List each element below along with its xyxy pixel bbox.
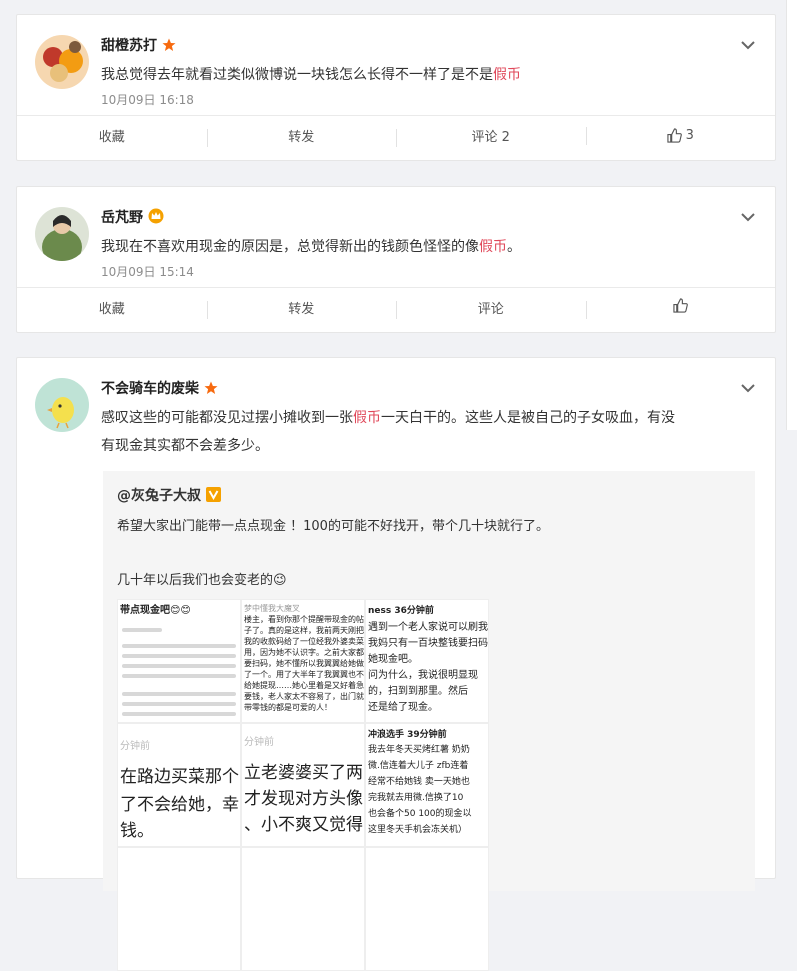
side-panel-edge: [786, 0, 797, 430]
username-text[interactable]: 不会骑车的废柴: [101, 381, 199, 397]
keyword-highlight[interactable]: 假币: [353, 410, 381, 426]
comment-text-part: 感叹这些的可能都没见过摆小摊收到一张: [101, 410, 353, 426]
chevron-down-icon[interactable]: [739, 37, 757, 51]
comment-text-part: 。: [507, 239, 521, 255]
comment-card: 不会骑车的废柴 感叹这些的可能都没见过摆小摊收到一张假币一天白干的。这些人是被自…: [16, 357, 776, 971]
thumb-text: 立老婆婆买了两: [244, 763, 363, 783]
image-thumbnail[interactable]: [365, 847, 489, 971]
repost-button[interactable]: 转发: [206, 288, 397, 332]
thumb-text: 在路边买菜那个: [120, 767, 239, 787]
comment-button[interactable]: 评论 2: [396, 116, 586, 160]
image-thumbnail[interactable]: 冲浪选手 39分钟前 我去年冬天买烤红薯 奶奶 微.信连着大儿子 zfb连着 经常不…: [365, 723, 489, 847]
timestamp[interactable]: 10月09日 15:14: [101, 263, 194, 280]
comment-text: 我总觉得去年就看过类似微博说一块钱怎么长得不一样了是不是假币: [101, 61, 753, 89]
vip-crown-badge-icon: [148, 208, 164, 228]
image-thumbnail[interactable]: [117, 847, 241, 971]
repost-label: 转发: [288, 302, 315, 317]
favorite-label: 收藏: [98, 302, 125, 317]
thumb-text: 了不会给她，幸: [120, 795, 239, 815]
timestamp[interactable]: 10月09日 16:18: [101, 91, 194, 108]
username[interactable]: 不会骑车的废柴: [101, 378, 218, 399]
thumb-text: 带点现金吧😊😊: [120, 605, 191, 616]
username[interactable]: 甜橙苏打: [101, 35, 176, 56]
retweet-text: 几十年以后我们也会变老的😉: [117, 573, 287, 588]
like-button[interactable]: 3: [585, 114, 776, 163]
thumbs-up-icon: [666, 128, 682, 143]
comment-label: 评论: [477, 302, 504, 317]
comment-text-part: 一天白干的。这些人是被自己的子女吸血，有没: [381, 410, 675, 426]
username-text[interactable]: 岳芃野: [101, 210, 143, 226]
comment-card: 岳芃野 我现在不喜欢用现金的原因是，总觉得新出的钱颜色怪怪的像假币。 10月09…: [16, 186, 776, 333]
verified-v-badge-icon: [206, 487, 221, 506]
favorite-button[interactable]: 收藏: [17, 116, 207, 160]
username-text[interactable]: 甜橙苏打: [101, 38, 157, 54]
image-thumbnail[interactable]: 分钟前 在路边买菜那个 了不会给她，幸 钱。: [117, 723, 241, 847]
thumb-text: 分钟前: [120, 741, 150, 752]
thumb-text: ness 36分钟前: [368, 606, 434, 616]
avatar[interactable]: [35, 207, 89, 261]
avatar[interactable]: [35, 35, 89, 89]
image-thumbnail[interactable]: 带点现金吧😊😊: [117, 599, 241, 723]
like-count: 3: [685, 127, 694, 143]
comment-text-part: 有现金其实都不会差多少。: [101, 438, 269, 454]
comment-text: 我现在不喜欢用现金的原因是，总觉得新出的钱颜色怪怪的像假币。: [101, 233, 753, 261]
comment-text: 感叹这些的可能都没见过摆小摊收到一张假币一天白干的。这些人是被自己的子女吸血，有…: [101, 404, 753, 460]
comment-label: 评论 2: [471, 130, 510, 145]
chevron-down-icon[interactable]: [739, 209, 757, 223]
thumb-text: 、小不爽又觉得: [244, 815, 363, 835]
retweet-block[interactable]: @灰兔子大叔 希望大家出门能带一点点现金 ！100的可能不好找开，带个几十块就行…: [103, 471, 755, 971]
favorite-label: 收藏: [98, 130, 125, 145]
favorite-button[interactable]: 收藏: [17, 288, 207, 332]
star-badge-icon: [204, 381, 218, 399]
like-button[interactable]: [585, 288, 776, 332]
image-thumbnail[interactable]: [241, 847, 365, 971]
thumb-text: 才发现对方头像: [244, 789, 363, 809]
comment-text-part: 我总觉得去年就看过类似微博说一块钱怎么长得不一样了是不是: [101, 67, 493, 83]
image-thumbnail[interactable]: ness 36分钟前 遇到一个老人家说可以刷我 我妈只有一百块整钱要扫码 她现金吧。…: [365, 599, 489, 723]
username[interactable]: 岳芃野: [101, 207, 164, 228]
keyword-highlight[interactable]: 假币: [493, 67, 521, 83]
retweet-author-name[interactable]: @灰兔子大叔: [117, 488, 201, 504]
retweet-text: 希望大家出门能带一点点现金 ！100的可能不好找开，带个几十块就行了。: [117, 519, 549, 534]
repost-label: 转发: [288, 130, 315, 145]
thumb-text: 遇到一个老人家说可以刷我 我妈只有一百块整钱要扫码 她现金吧。 问为什么，我说很明显…: [368, 622, 488, 713]
avatar[interactable]: [35, 378, 89, 432]
retweet-author[interactable]: @灰兔子大叔: [117, 485, 221, 506]
keyword-highlight[interactable]: 假币: [479, 239, 507, 255]
action-bar: 收藏 转发 评论: [17, 287, 775, 332]
repost-button[interactable]: 转发: [206, 116, 397, 160]
star-badge-icon: [162, 38, 176, 56]
thumb-text: 分钟前: [244, 737, 274, 748]
thumbs-up-icon: [673, 298, 688, 313]
thumb-text: 楼主，看到你那个提醒带现金的帖 子了。真的是这样，我前两天刚把 我的收款码给了一位经…: [244, 615, 364, 712]
image-thumbnail[interactable]: 分钟前 立老婆婆买了两 才发现对方头像 、小不爽又觉得: [241, 723, 365, 847]
thumb-text: 钱。: [120, 821, 154, 841]
action-bar: 收藏 转发 评论 2 3: [17, 115, 775, 160]
comment-button[interactable]: 评论: [396, 288, 586, 332]
thumb-text: 我去年冬天买烤红薯 奶奶 微.信连着大儿子 zfb连着 经常不给她钱 卖一天她也 完我…: [368, 745, 472, 835]
comment-text-part: 我现在不喜欢用现金的原因是，总觉得新出的钱颜色怪怪的像: [101, 239, 479, 255]
chevron-down-icon[interactable]: [739, 380, 757, 394]
comment-card: 甜橙苏打 我总觉得去年就看过类似微博说一块钱怎么长得不一样了是不是假币 10月0…: [16, 14, 776, 161]
image-thumbnail[interactable]: 梦中懂我大魔叉 楼主，看到你那个提醒带现金的帖 子了。真的是这样，我前两天刚把 我的…: [241, 599, 365, 723]
